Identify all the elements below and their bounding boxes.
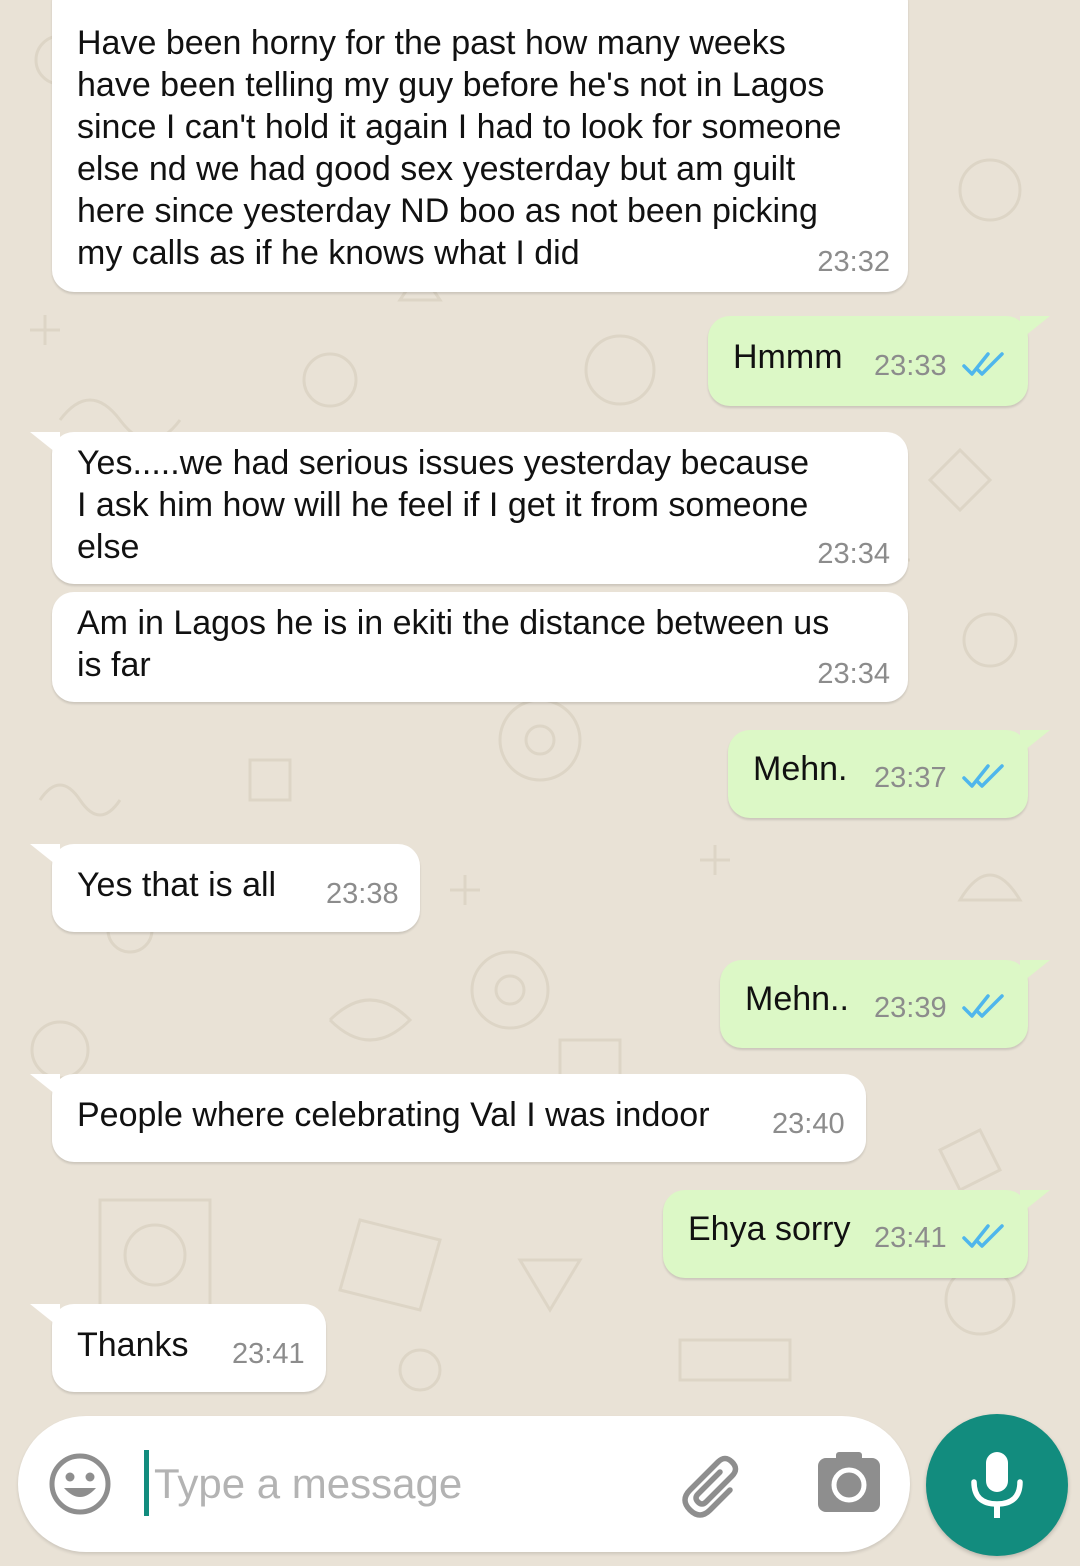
message-time: 23:34	[817, 658, 890, 690]
paperclip-icon[interactable]	[678, 1450, 752, 1524]
read-receipt-icon	[962, 764, 1004, 788]
message-bubble-incoming[interactable]: Yes.....we had serious issues yesterday …	[30, 432, 908, 584]
message-time: 23:40	[772, 1108, 845, 1140]
message-time: 23:37	[874, 762, 947, 794]
message-text: Mehn..	[745, 980, 849, 1018]
read-receipt-icon	[962, 352, 1004, 376]
message-bubble-incoming[interactable]: Have been horny for the past how many we…	[52, 0, 908, 292]
read-receipt-icon	[962, 1224, 1004, 1248]
send-voice-button[interactable]	[926, 1414, 1068, 1556]
message-text: Am in Lagos he is in ekiti the distance …	[77, 604, 830, 684]
message-composer[interactable]: Type a message	[18, 1416, 910, 1552]
message-bubble-incoming[interactable]: Thanks 23:41	[30, 1304, 326, 1392]
message-bubble-outgoing[interactable]: Ehya sorry 23:41	[663, 1190, 1050, 1278]
message-time: 23:33	[874, 350, 947, 382]
emoji-icon[interactable]	[46, 1450, 114, 1518]
message-text: Yes that is all	[77, 866, 277, 904]
message-text: Hmmm	[733, 338, 843, 376]
text-cursor	[144, 1450, 149, 1516]
microphone-icon	[971, 1452, 1023, 1518]
message-text: Ehya sorry	[688, 1210, 851, 1248]
message-time: 23:39	[874, 992, 947, 1024]
message-time: 23:41	[232, 1338, 305, 1370]
message-bubble-incoming[interactable]: Yes that is all 23:38	[30, 844, 420, 932]
message-text: Thanks	[77, 1326, 189, 1364]
message-bubble-incoming[interactable]: Am in Lagos he is in ekiti the distance …	[52, 592, 908, 702]
message-bubble-outgoing[interactable]: Hmmm 23:33	[708, 316, 1050, 406]
read-receipt-icon	[962, 994, 1004, 1018]
camera-icon[interactable]	[816, 1450, 882, 1516]
message-bubble-outgoing[interactable]: Mehn. 23:37	[728, 730, 1050, 818]
message-text: Mehn.	[753, 750, 848, 788]
message-list[interactable]: Have been horny for the past how many we…	[0, 0, 1080, 1410]
message-time: 23:38	[326, 878, 399, 910]
message-time: 23:32	[817, 246, 890, 278]
message-input[interactable]: Type a message	[154, 1460, 462, 1508]
message-text: Yes.....we had serious issues yesterday …	[77, 444, 810, 566]
message-time: 23:34	[817, 538, 890, 570]
message-text: People where celebrating Val I was indoo…	[77, 1096, 710, 1134]
message-text: Have been horny for the past how many we…	[77, 24, 842, 272]
message-bubble-incoming[interactable]: People where celebrating Val I was indoo…	[30, 1074, 866, 1162]
message-bubble-outgoing[interactable]: Mehn.. 23:39	[720, 960, 1050, 1048]
message-time: 23:41	[874, 1222, 947, 1254]
